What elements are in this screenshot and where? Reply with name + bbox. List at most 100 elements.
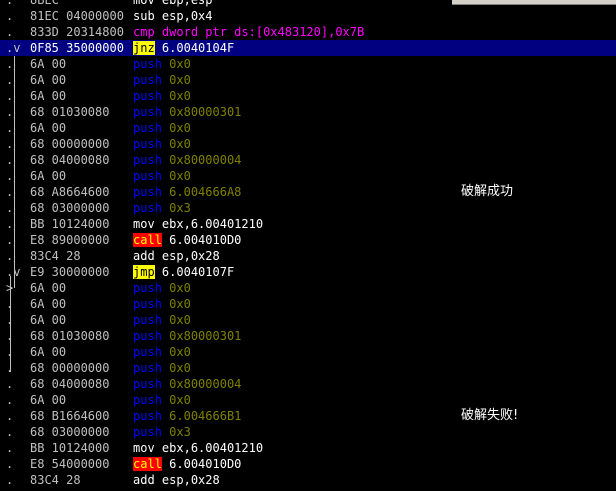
- row-marker: .: [6, 249, 14, 263]
- mnemonic: push: [133, 57, 162, 71]
- instruction-row[interactable]: . 6A 00 push 0x0: [0, 344, 616, 360]
- hex-bytes: 6A 00: [30, 345, 67, 359]
- operands: esp,0x4: [161, 9, 213, 23]
- row-marker: .: [6, 361, 14, 375]
- mnemonic: push: [133, 297, 162, 311]
- hex-bytes: 83C4 28: [30, 249, 81, 263]
- operands: 0x0: [169, 169, 191, 183]
- operands: 0x0: [169, 361, 191, 375]
- operands: 0x80000004: [169, 377, 242, 391]
- operands: 0x3: [169, 425, 191, 439]
- row-marker: .: [6, 217, 14, 231]
- instruction-row[interactable]: . 6A 00 push 0x0: [0, 296, 616, 312]
- instruction-row[interactable]: . 83C4 28 add esp,0x28: [0, 472, 616, 488]
- instruction-text: push 0x0: [133, 344, 443, 360]
- instruction-text: push 0x0: [133, 136, 443, 152]
- instruction-row[interactable]: . E8 54000000 call 6.004010D0: [0, 456, 616, 472]
- disassembly-view[interactable]: . 8BEC mov ebp,esp. 81EC 04000000 sub esp,0x…: [0, 0, 616, 491]
- row-marker: .: [6, 0, 14, 7]
- row-marker: .: [6, 137, 14, 151]
- instruction-row[interactable]: . 68 03000000 push 0x3: [0, 200, 616, 216]
- mnemonic: sub: [133, 9, 155, 23]
- mnemonic: push: [133, 73, 162, 87]
- instruction-row[interactable]: >6A 00 push 0x0: [0, 280, 616, 296]
- hex-bytes: 6A 00: [30, 169, 67, 183]
- instruction-text: push 0x3: [133, 200, 443, 216]
- row-marker: .: [6, 89, 14, 103]
- instruction-row[interactable]: . 81EC 04000000 sub esp,0x4: [0, 8, 616, 24]
- hex-bytes: 68 B1664600: [30, 409, 110, 423]
- row-marker: .: [6, 473, 14, 487]
- instruction-row[interactable]: . BB 10124000 mov ebx,6.00401210: [0, 216, 616, 232]
- instruction-text: push 0x0: [133, 312, 443, 328]
- hex-bytes: 68 00000000: [30, 137, 110, 151]
- operands: 6.004666B1: [169, 409, 242, 423]
- instruction-row[interactable]: . 68 01030080 push 0x80000301: [0, 104, 616, 120]
- row-marker: .: [6, 233, 14, 247]
- mnemonic: push: [133, 185, 162, 199]
- instruction-row[interactable]: . 68 01030080 push 0x80000301: [0, 328, 616, 344]
- hex-bytes: 8BEC: [30, 0, 59, 7]
- row-marker: .: [6, 393, 14, 407]
- operands: 0x0: [169, 73, 191, 87]
- instruction-text: push 0x0: [133, 168, 443, 184]
- instruction-row[interactable]: . 6A 00 push 0x0: [0, 72, 616, 88]
- instruction-text: sub esp,0x4: [133, 8, 443, 24]
- mnemonic: mov: [133, 441, 155, 455]
- instruction-text: push 0x80000301: [133, 104, 443, 120]
- operands: ebp,esp: [161, 0, 213, 7]
- mnemonic: cmp: [133, 25, 155, 39]
- instruction-row[interactable]: . 6A 00 push 0x0: [0, 56, 616, 72]
- mnemonic: push: [133, 153, 162, 167]
- mnemonic: push: [133, 409, 162, 423]
- instruction-text: jmp 6.0040107F: [133, 264, 443, 280]
- instruction-row[interactable]: . 6A 00 push 0x0: [0, 120, 616, 136]
- instruction-row[interactable]: . E8 89000000 call 6.004010D0: [0, 232, 616, 248]
- mnemonic: push: [133, 137, 162, 151]
- row-marker: .: [6, 377, 14, 391]
- mnemonic: push: [133, 121, 162, 135]
- instruction-row[interactable]: . 6A 00 push 0x0: [0, 88, 616, 104]
- instruction-row[interactable]: . 68 03000000 push 0x3: [0, 424, 616, 440]
- instruction-row[interactable]: . 68 00000000 push 0x0: [0, 360, 616, 376]
- instruction-row[interactable]: . 68 A8664600 push 6.004666A8 破解成功: [0, 184, 616, 200]
- instruction-row[interactable]: . 6A 00 push 0x0: [0, 392, 616, 408]
- instruction-row[interactable]: .v E9 30000000 jmp 6.0040107F: [0, 264, 616, 280]
- instruction-row[interactable]: . 68 04000080 push 0x80000004: [0, 376, 616, 392]
- mnemonic: add: [133, 473, 155, 487]
- instruction-row[interactable]: . 6A 00 push 0x0: [0, 168, 616, 184]
- instruction-row[interactable]: . 68 00000000 push 0x0: [0, 136, 616, 152]
- hex-bytes: 68 03000000: [30, 425, 110, 439]
- mnemonic: push: [133, 281, 162, 295]
- comment-text: 破解成功: [461, 184, 514, 199]
- row-marker: .v: [6, 41, 21, 55]
- row-marker: .: [6, 169, 14, 183]
- instruction-row[interactable]: . 68 04000080 push 0x80000004: [0, 152, 616, 168]
- operands: 0x80000301: [169, 105, 242, 119]
- instruction-text: jnz 6.0040104F: [133, 40, 443, 56]
- instruction-row[interactable]: . 83C4 28 add esp,0x28: [0, 248, 616, 264]
- instruction-row[interactable]: .v 0F85 35000000 jnz 6.0040104F: [0, 40, 616, 56]
- instruction-row[interactable]: . BB 10124000 mov ebx,6.00401210: [0, 440, 616, 456]
- instruction-row[interactable]: . 6A 00 push 0x0: [0, 312, 616, 328]
- instruction-text: push 0x0: [133, 392, 443, 408]
- row-marker: .: [6, 457, 14, 471]
- hex-bytes: 6A 00: [30, 393, 67, 407]
- hex-bytes: 6A 00: [30, 297, 67, 311]
- hex-bytes: BB 10124000: [30, 217, 110, 231]
- hex-bytes: BB 10124000: [30, 441, 110, 455]
- instruction-row[interactable]: . 68 B1664600 push 6.004666B1 破解失败!: [0, 408, 616, 424]
- row-marker: .: [6, 25, 14, 39]
- row-marker: .: [6, 153, 14, 167]
- row-marker: >: [6, 281, 14, 295]
- instruction-text: call 6.004010D0: [133, 232, 443, 248]
- hex-bytes: 6A 00: [30, 73, 67, 87]
- mnemonic: push: [133, 313, 162, 327]
- hex-bytes: 6A 00: [30, 281, 67, 295]
- mnemonic: push: [133, 89, 162, 103]
- instruction-row[interactable]: . 833D 20314800 cmp dword ptr ds:[0x483120…: [0, 24, 616, 40]
- instruction-row[interactable]: . 8BEC mov ebp,esp: [0, 0, 616, 8]
- instruction-list: . 8BEC mov ebp,esp. 81EC 04000000 sub esp,0x…: [0, 0, 616, 488]
- operands: 6.004666A8: [169, 185, 242, 199]
- operands: 0x0: [169, 393, 191, 407]
